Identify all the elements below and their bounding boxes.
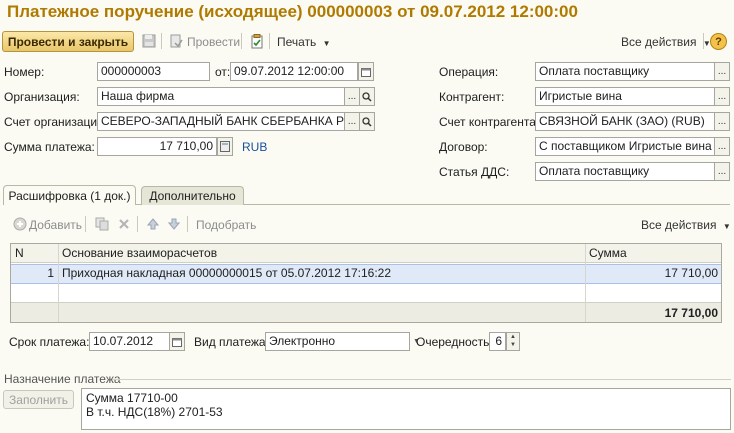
counterparty-select-button[interactable]: ... <box>714 87 730 106</box>
toolbar-separator <box>187 216 188 232</box>
priority-field[interactable]: 6 <box>489 332 506 351</box>
move-up-icon[interactable] <box>145 216 161 232</box>
operation-select-button[interactable]: ... <box>714 62 730 81</box>
add-row-button[interactable]: Добавить <box>29 218 82 232</box>
counterparty-field[interactable]: Игристые вина <box>535 87 715 106</box>
number-field[interactable]: 000000003 <box>97 62 210 81</box>
amount-field[interactable]: 17 710,00 <box>97 137 217 156</box>
organization-field[interactable]: Наша фирма <box>97 87 345 106</box>
all-actions-label: Все действия <box>621 35 697 49</box>
column-divider <box>58 244 59 322</box>
counterparty-account-label: Счет контрагента: <box>439 115 540 129</box>
toolbar-separator <box>137 216 138 232</box>
operation-label: Операция: <box>439 65 499 79</box>
payment-type-label: Вид платежа: <box>194 335 269 349</box>
copy-icon[interactable] <box>94 216 110 232</box>
due-date-label: Срок платежа: <box>9 335 90 349</box>
window-title: Платежное поручение (исходящее) 00000000… <box>7 2 578 21</box>
counterparty-label: Контрагент: <box>439 90 505 104</box>
organization-label: Организация: <box>4 90 80 104</box>
row-basis: Приходная накладная 00000000015 от 05.07… <box>62 266 391 280</box>
fill-button[interactable]: Заполнить <box>3 390 74 409</box>
date-label: от: <box>215 65 231 79</box>
purpose-line-2: В т.ч. НДС(18%) 2701-53 <box>86 405 223 419</box>
column-header-sum[interactable]: Сумма <box>585 244 722 262</box>
payment-type-field[interactable]: Электронно <box>265 332 410 351</box>
column-divider <box>585 244 586 322</box>
toolbar-separator <box>703 33 704 49</box>
org-account-label: Счет организации: <box>4 115 108 129</box>
grid-all-actions-menu-button[interactable]: Все действия ▼ <box>641 218 731 232</box>
all-actions-menu-button[interactable]: Все действия ▼ <box>621 35 711 49</box>
row-sum: 17 710,00 <box>664 266 718 280</box>
section-divider <box>112 379 731 380</box>
settlements-table[interactable]: N Основание взаиморасчетов Сумма 1 Прихо… <box>10 243 722 323</box>
contract-label: Договор: <box>439 140 488 154</box>
add-icon[interactable] <box>12 216 28 232</box>
organization-select-button[interactable]: ... <box>344 87 360 106</box>
save-icon[interactable] <box>141 33 157 49</box>
counterparty-account-select-button[interactable]: ... <box>714 112 730 131</box>
date-field[interactable]: 09.07.2012 12:00:00 <box>230 62 358 81</box>
clipboard-check-icon[interactable] <box>249 33 265 49</box>
amount-label: Сумма платежа: <box>4 140 95 154</box>
print-menu-button[interactable]: Печать ▼ <box>277 35 331 49</box>
grid-all-actions-label: Все действия <box>641 218 717 232</box>
purpose-section-title: Назначение платежа <box>4 372 121 386</box>
priority-stepper[interactable]: ▲ ▼ <box>506 332 520 351</box>
post-button[interactable]: Провести <box>187 35 240 49</box>
contract-field[interactable]: С поставщиком Игристые вина <box>535 137 715 156</box>
post-document-icon[interactable] <box>168 33 184 49</box>
currency-label: RUB <box>242 140 268 154</box>
magnifier-icon[interactable] <box>359 112 375 131</box>
row-number: 1 <box>47 266 54 280</box>
tab-details[interactable]: Расшифровка (1 док.) <box>3 185 136 205</box>
calendar-icon[interactable] <box>358 62 374 81</box>
table-header: N Основание взаиморасчетов Сумма <box>11 244 721 263</box>
contract-select-button[interactable]: ... <box>714 137 730 156</box>
dds-select-button[interactable]: ... <box>714 162 730 181</box>
chevron-down-icon: ▼ <box>722 222 731 231</box>
post-and-close-button[interactable]: Провести и закрыть <box>2 31 134 52</box>
org-account-field[interactable]: СЕВЕРО-ЗАПАДНЫЙ БАНК СБЕРБАНКА РФ, Н <box>97 112 345 131</box>
calculator-icon[interactable] <box>217 137 233 156</box>
toolbar-separator <box>161 33 162 49</box>
move-down-icon[interactable] <box>166 216 182 232</box>
due-date-field[interactable]: 10.07.2012 <box>89 332 170 351</box>
purpose-line-1: Сумма 17710-00 <box>86 391 178 405</box>
table-row[interactable]: 1 Приходная накладная 00000000015 от 05.… <box>11 264 721 284</box>
counterparty-account-field[interactable]: СВЯЗНОЙ БАНК (ЗАО) (RUB) <box>535 112 715 131</box>
column-header-n[interactable]: N <box>11 244 58 262</box>
calendar-icon[interactable] <box>169 332 185 351</box>
table-total: 17 710,00 <box>664 306 718 320</box>
dds-label: Статья ДДС: <box>439 165 510 179</box>
delete-icon[interactable] <box>116 216 132 232</box>
column-header-basis[interactable]: Основание взаиморасчетов <box>58 244 585 262</box>
org-account-select-button[interactable]: ... <box>344 112 360 131</box>
payment-purpose-textarea[interactable]: Сумма 17710-00 В т.ч. НДС(18%) 2701-53 <box>81 388 731 430</box>
print-label: Печать <box>277 35 317 49</box>
number-label: Номер: <box>4 65 45 79</box>
help-icon[interactable]: ? <box>710 33 727 50</box>
toolbar-separator <box>85 216 86 232</box>
toolbar-separator <box>241 33 242 49</box>
tab-additional[interactable]: Дополнительно <box>141 186 244 205</box>
priority-label: Очередность: <box>416 335 493 349</box>
magnifier-icon[interactable] <box>359 87 375 106</box>
chevron-down-icon: ▼ <box>322 39 331 48</box>
toolbar-separator <box>269 33 270 49</box>
dds-field[interactable]: Оплата поставщику <box>535 162 715 181</box>
pick-button[interactable]: Подобрать <box>196 218 256 232</box>
operation-field[interactable]: Оплата поставщику <box>535 62 715 81</box>
table-footer: 17 710,00 <box>11 302 721 322</box>
